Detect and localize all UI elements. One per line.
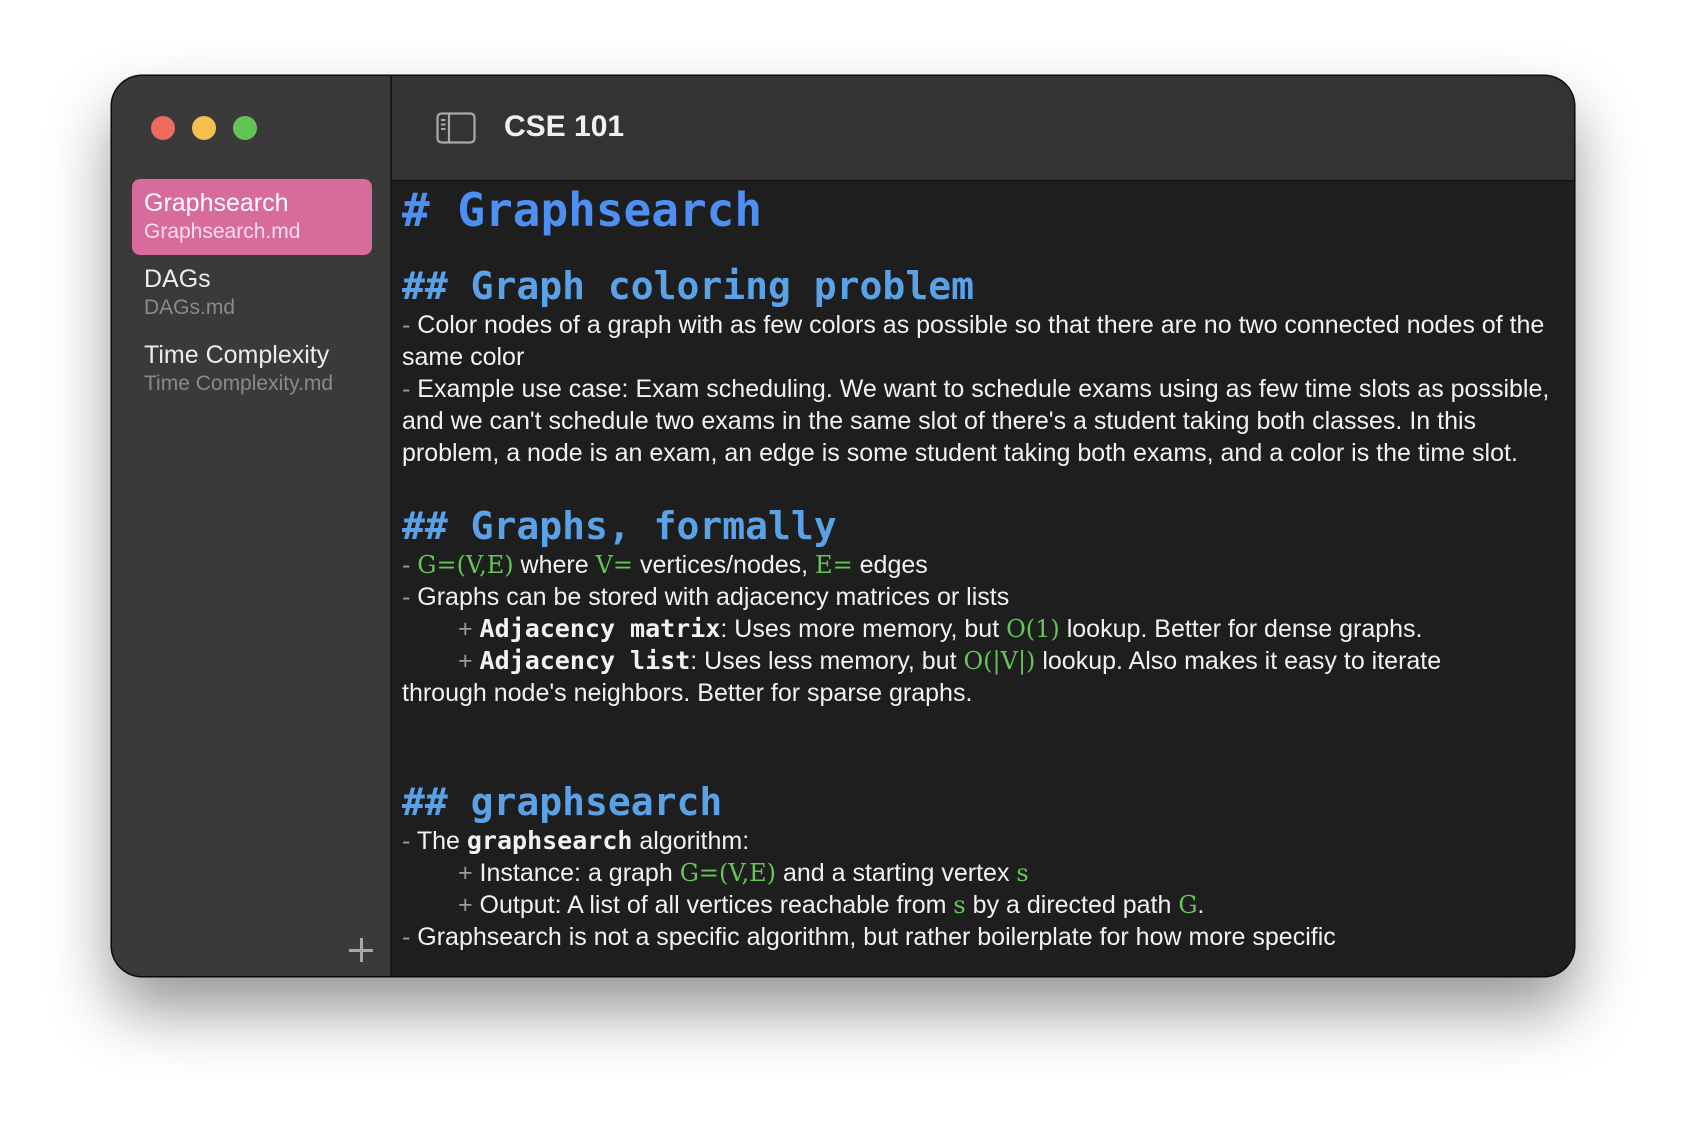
document-list: Graphsearch Graphsearch.md DAGs DAGs.md … (132, 179, 372, 407)
bullet-text: Output: A list of all vertices reachable… (472, 891, 954, 919)
bullet-text: The (410, 827, 467, 855)
paragraph-subbullet: + Output: A list of all vertices reachab… (402, 889, 1556, 921)
bullet-text: lookup. Also makes it easy to iterate (1035, 647, 1442, 675)
heading-graphsearch-section: ## graphsearch (402, 780, 723, 824)
bullet-marker: + (458, 891, 473, 919)
paragraph-bullet: - Example use case: Exam scheduling. We … (402, 373, 1556, 469)
math-expression: s (953, 891, 966, 919)
bullet-marker: + (458, 859, 473, 887)
sidebar-item-filename: Time Complexity.md (144, 372, 334, 395)
minimize-button[interactable] (192, 116, 216, 140)
math-expression: G=(V,E) (417, 551, 514, 579)
paragraph-bullet: - The graphsearch algorithm: (402, 825, 1556, 857)
math-expression: V= (595, 551, 634, 579)
bold-code-text: Adjacency matrix (479, 614, 721, 643)
paragraph-bullet: - Color nodes of a graph with as few col… (402, 309, 1556, 373)
traffic-lights (151, 116, 257, 140)
bullet-text: Example use case: Exam scheduling. We wa… (402, 375, 1550, 467)
sidebar-item-dags[interactable]: DAGs DAGs.md (132, 255, 372, 331)
sidebar-item-graphsearch[interactable]: Graphsearch Graphsearch.md (132, 179, 372, 255)
title-bar: CSE 101 (392, 76, 1574, 181)
sidebar-toggle-icon[interactable] (436, 112, 476, 149)
bullet-marker: + (458, 615, 480, 643)
zoom-button[interactable] (233, 116, 257, 140)
bold-code-text: graphsearch (466, 826, 633, 855)
bullet-marker: - (402, 551, 418, 579)
sidebar-item-title: Time Complexity (144, 341, 330, 369)
bold-code-text: Adjacency list (479, 646, 691, 675)
plus-icon[interactable] (345, 934, 377, 966)
paragraph-bullet: - G=(V,E) where V= vertices/nodes, E= ed… (402, 549, 1556, 581)
app-window: Graphsearch Graphsearch.md DAGs DAGs.md … (112, 76, 1574, 976)
markdown-editor[interactable]: # Graphsearch ## Graph coloring problem … (402, 180, 1556, 976)
bullet-text: Color nodes of a graph with as few color… (402, 311, 1545, 371)
sidebar-item-filename: DAGs.md (144, 296, 236, 319)
heading-graph-coloring: ## Graph coloring problem (402, 264, 974, 308)
bullet-text: Instance: a graph (472, 859, 680, 887)
paragraph-subbullet: + Adjacency list: Uses less memory, but … (402, 645, 1556, 677)
bullet-marker: + (458, 647, 480, 675)
paragraph-subbullet: + Adjacency matrix: Uses more memory, bu… (402, 613, 1556, 645)
bullet-text: : Uses less memory, but (690, 647, 964, 675)
bullet-text: : Uses more memory, but (720, 615, 1007, 643)
sidebar-item-title: Graphsearch (144, 189, 289, 217)
math-expression: G (1178, 891, 1198, 919)
bullet-text: Graphsearch is not a specific algorithm,… (410, 923, 1336, 951)
document-title: CSE 101 (504, 110, 625, 143)
math-expression: O(|V|) (963, 647, 1036, 675)
paragraph-bullet: - Graphs can be stored with adjacency ma… (402, 581, 1556, 613)
heading-graphs-formally: ## Graphs, formally (402, 504, 837, 548)
math-expression: E= (815, 551, 853, 579)
sidebar: Graphsearch Graphsearch.md DAGs DAGs.md … (112, 76, 392, 976)
sidebar-item-filename: Graphsearch.md (144, 220, 301, 243)
sidebar-item-time-complexity[interactable]: Time Complexity Time Complexity.md (132, 331, 372, 407)
math-expression: O(1) (1006, 615, 1060, 643)
paragraph-subbullet: + Instance: a graph G=(V,E) and a starti… (402, 857, 1556, 889)
close-button[interactable] (151, 116, 175, 140)
bullet-text: and a starting vertex (776, 859, 1017, 887)
paragraph-continuation: through node's neighbors. Better for spa… (402, 679, 973, 707)
bullet-text: lookup. Better for dense graphs. (1059, 615, 1423, 643)
math-expression: G=(V,E) (679, 859, 776, 887)
heading-graphsearch: # Graphsearch (402, 183, 763, 237)
bullet-text: . (1197, 891, 1205, 919)
sidebar-item-title: DAGs (144, 265, 211, 293)
paragraph-bullet: - Graphsearch is not a specific algorith… (402, 921, 1556, 953)
bullet-text: Graphs can be stored with adjacency matr… (410, 583, 1010, 611)
bullet-text: where (513, 551, 596, 579)
bullet-text: by a directed path (965, 891, 1179, 919)
math-expression: s (1016, 859, 1029, 887)
bullet-text: vertices/nodes, (633, 551, 816, 579)
main-pane: CSE 101 # Graphsearch ## Graph coloring … (392, 76, 1574, 976)
bullet-text: edges (852, 551, 928, 579)
bullet-text: algorithm: (632, 827, 750, 855)
